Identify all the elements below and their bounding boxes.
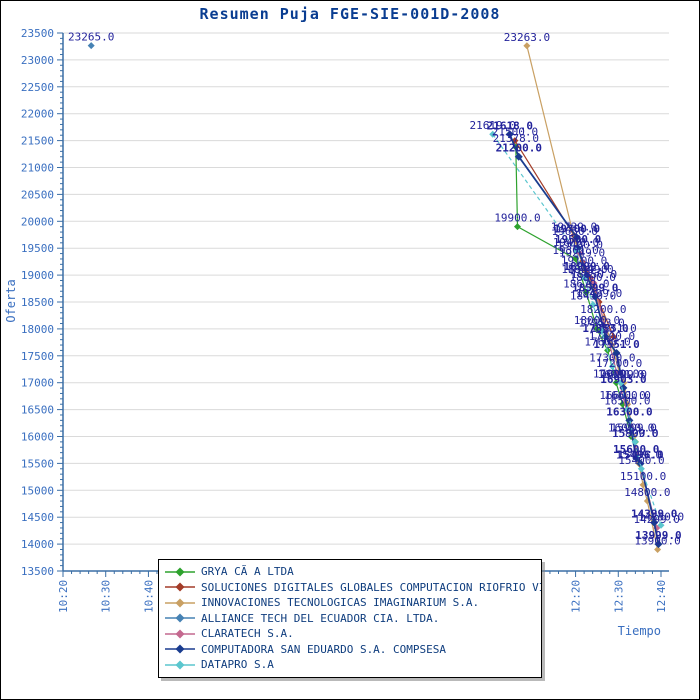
x-tick-label: 10:30	[100, 580, 113, 613]
legend-marker-icon	[165, 644, 195, 654]
point-value-label: 23265.0	[68, 31, 114, 44]
y-tick-label: 18500	[21, 296, 54, 309]
point-value-label: 15100.0	[620, 470, 666, 483]
point-value-label: 17953.0	[578, 316, 624, 329]
point-value-label: 17300.0	[589, 352, 635, 365]
y-tick-label: 22000	[21, 108, 54, 121]
y-tick-label: 17500	[21, 350, 54, 363]
y-tick-label: 14000	[21, 538, 54, 551]
point-value-label: 23263.0	[504, 31, 550, 44]
legend-marker-icon	[165, 567, 195, 577]
point-value-label: 14800.0	[624, 486, 670, 499]
y-tick-label: 23000	[21, 54, 54, 67]
point-value-label: 21619.0	[470, 119, 516, 132]
point-value-label: 18200.0	[580, 303, 626, 316]
bid-summary-chart: Resumen Puja FGE-SIE-001D-2008 21378.019…	[0, 0, 700, 700]
legend-marker-icon	[165, 629, 195, 639]
legend-marker-icon	[165, 660, 195, 670]
y-tick-label: 15500	[21, 457, 54, 470]
y-tick-label: 16000	[21, 431, 54, 444]
point-value-label: 15400.0	[618, 454, 664, 467]
x-axis-title: Tiempo	[618, 624, 661, 638]
point-value-label: 19900.0	[494, 212, 540, 225]
point-value-label: 18450.0	[570, 290, 616, 303]
x-tick-label: 12:30	[612, 580, 625, 613]
legend-item-label: DATAPRO S.A	[201, 658, 274, 671]
point-value-label: 16500.0	[604, 395, 650, 408]
legend-item-label: CLARATECH S.A.	[201, 627, 294, 640]
legend-item: INNOVACIONES TECNOLOGICAS IMAGINARIUM S.…	[165, 595, 541, 611]
y-tick-label: 23500	[21, 27, 54, 40]
legend-marker-icon	[165, 613, 195, 623]
legend-item: ALLIANCE TECH DEL ECUADOR CIA. LTDA.	[165, 611, 541, 627]
legend-item-label: GRYA CÃ A LTDA	[201, 565, 294, 578]
y-tick-label: 16500	[21, 404, 54, 417]
point-value-label: 19450.0	[553, 236, 599, 249]
y-tick-label: 21500	[21, 135, 54, 148]
x-tick-label: 12:20	[570, 580, 583, 613]
y-tick-label: 21000	[21, 162, 54, 175]
legend-marker-icon	[165, 582, 195, 592]
legend-item: COMPUTADORA SAN EDUARDO S.A. COMPSESA	[165, 642, 541, 658]
y-ticks: 13500 14000 14500 15000 15500 16000 16500 17000…	[21, 27, 63, 578]
y-tick-label: 13500	[21, 565, 54, 578]
legend-item: CLARATECH S.A.	[165, 626, 541, 642]
chart-legend: GRYA CÃ A LTDA SOLUCIONES DIGITALES GLOBA…	[158, 559, 542, 678]
y-tick-label: 20000	[21, 215, 54, 228]
y-tick-label: 17000	[21, 377, 54, 390]
point-labels: 21378.019900.019301.018679.018000.017600…	[68, 31, 684, 548]
y-tick-label: 14500	[21, 511, 54, 524]
y-tick-label: 15000	[21, 484, 54, 497]
legend-item-label: COMPUTADORA SAN EDUARDO S.A. COMPSESA	[201, 643, 446, 656]
y-tick-label: 19000	[21, 269, 54, 282]
legend-item: SOLUCIONES DIGITALES GLOBALES COMPUTACIO…	[165, 580, 541, 596]
point-value-label: 14350.0	[638, 510, 684, 523]
legend-item: GRYA CÃ A LTDA	[165, 564, 541, 580]
y-tick-label: 22500	[21, 81, 54, 94]
legend-item-label: INNOVACIONES TECNOLOGICAS IMAGINARIUM S.…	[201, 596, 479, 609]
legend-item-label: ALLIANCE TECH DEL ECUADOR CIA. LTDA.	[201, 612, 439, 625]
x-tick-label: 12:40	[655, 580, 668, 613]
point-value-label: 16991.0	[598, 368, 644, 381]
legend-marker-icon	[165, 598, 195, 608]
x-tick-label: 10:40	[142, 580, 155, 613]
y-tick-label: 20500	[21, 188, 54, 201]
legend-item-label: SOLUCIONES DIGITALES GLOBALES COMPUTACIO…	[201, 581, 541, 594]
legend-item: DATAPRO S.A	[165, 657, 541, 673]
y-tick-label: 19500	[21, 242, 54, 255]
y-tick-label: 18000	[21, 323, 54, 336]
x-tick-label: 10:20	[57, 580, 70, 613]
point-value-label: 18949.0	[561, 263, 607, 276]
y-axis-title: Oferta	[4, 279, 18, 322]
point-value-label: 15899.0	[612, 427, 658, 440]
point-value-label: 17551.0	[593, 338, 639, 351]
point-value-label: 21200.0	[496, 142, 542, 155]
point-value-label: 13999.0	[635, 529, 681, 542]
